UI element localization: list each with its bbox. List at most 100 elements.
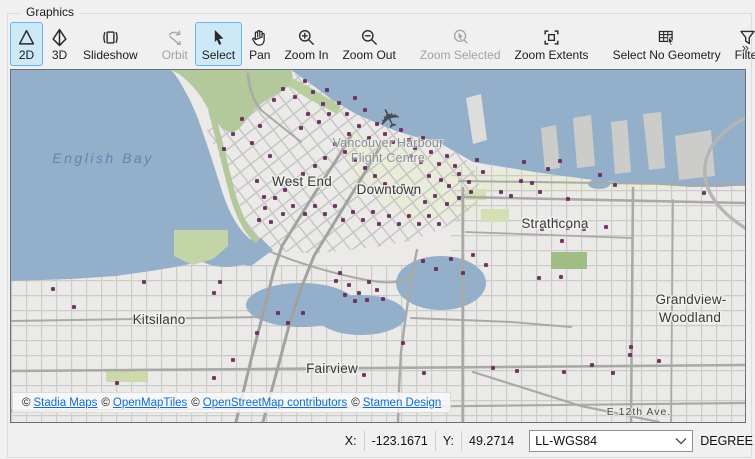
data-point[interactable] [230, 357, 236, 363]
data-point[interactable] [249, 140, 255, 146]
data-point[interactable] [302, 78, 308, 84]
data-point[interactable] [352, 298, 358, 304]
data-point[interactable] [342, 149, 348, 155]
data-point[interactable] [364, 297, 370, 303]
crs-combobox[interactable]: LL-WGS84 [529, 430, 694, 452]
data-point[interactable] [268, 219, 274, 225]
data-point[interactable] [432, 193, 438, 199]
attribution-link-openstreetmap-contributors[interactable]: OpenStreetMap contributors [203, 397, 347, 409]
data-point[interactable] [256, 217, 262, 223]
data-point[interactable] [356, 290, 362, 296]
data-point[interactable] [305, 111, 311, 117]
data-point[interactable] [275, 310, 281, 316]
data-point[interactable] [446, 183, 452, 189]
data-point[interactable] [376, 221, 382, 227]
data-point[interactable] [456, 195, 462, 201]
data-point[interactable] [336, 100, 342, 106]
data-point[interactable] [426, 173, 432, 179]
data-point[interactable] [559, 238, 565, 244]
data-point[interactable] [490, 365, 496, 371]
toolbar-button-3d[interactable]: 3D [43, 22, 76, 66]
data-point[interactable] [474, 157, 480, 163]
data-point[interactable] [312, 163, 318, 169]
data-point[interactable] [316, 119, 322, 125]
data-point[interactable] [603, 224, 609, 230]
data-point[interactable] [333, 278, 339, 284]
data-point[interactable] [322, 211, 328, 217]
data-point[interactable] [396, 221, 402, 227]
data-point[interactable] [337, 270, 343, 276]
data-point[interactable] [324, 87, 330, 93]
data-point[interactable] [537, 189, 543, 195]
data-point[interactable] [217, 279, 223, 285]
data-point[interactable] [498, 189, 504, 195]
data-point[interactable] [444, 153, 450, 159]
data-point[interactable] [50, 286, 56, 292]
toolbar-button-2d[interactable]: 2D [10, 22, 43, 66]
data-point[interactable] [312, 203, 318, 209]
data-point[interactable] [558, 274, 564, 280]
data-point[interactable] [444, 201, 450, 207]
toolbar-button-pan[interactable]: Pan [242, 22, 277, 66]
data-point[interactable] [460, 270, 466, 276]
data-point[interactable] [352, 95, 358, 101]
data-point[interactable] [362, 165, 368, 171]
data-point[interactable] [366, 279, 372, 285]
data-point[interactable] [529, 180, 535, 186]
data-point[interactable] [400, 340, 406, 346]
data-point[interactable] [370, 209, 376, 215]
data-point[interactable] [448, 256, 454, 262]
data-point[interactable] [211, 290, 217, 296]
data-point[interactable] [285, 320, 291, 326]
data-point[interactable] [518, 178, 524, 184]
data-point[interactable] [406, 213, 412, 219]
toolbar-button-select-no-geometry[interactable]: Select No Geometry [606, 22, 728, 66]
toolbar-button-zoom-out[interactable]: Zoom Out [335, 22, 402, 66]
data-point[interactable] [267, 153, 273, 159]
data-point[interactable] [254, 178, 260, 184]
toolbar-button-select[interactable]: Select [194, 22, 243, 66]
data-point[interactable] [398, 127, 404, 133]
toolbar-button-zoom-extents[interactable]: Zoom Extents [508, 22, 596, 66]
data-point[interactable] [565, 196, 571, 202]
data-point[interactable] [362, 107, 368, 113]
data-point[interactable] [257, 123, 263, 129]
data-point[interactable] [433, 266, 439, 272]
data-point[interactable] [470, 252, 476, 258]
data-point[interactable] [557, 158, 563, 164]
data-point[interactable] [480, 169, 486, 175]
attribution-link-stamen-design[interactable]: Stamen Design [363, 397, 442, 409]
data-point[interactable] [422, 199, 428, 205]
toolbar-button-slideshow[interactable]: Slideshow [76, 22, 145, 66]
data-point[interactable] [280, 211, 286, 217]
data-point[interactable] [656, 358, 662, 364]
data-point[interactable] [326, 111, 332, 117]
data-point[interactable] [438, 177, 444, 183]
data-point[interactable] [627, 352, 633, 358]
data-point[interactable] [342, 292, 348, 298]
data-point[interactable] [428, 149, 434, 155]
data-point[interactable] [436, 161, 442, 167]
data-point[interactable] [483, 262, 489, 268]
data-point[interactable] [350, 209, 356, 215]
data-point[interactable] [545, 166, 551, 172]
data-point[interactable] [221, 146, 227, 152]
data-point[interactable] [332, 203, 338, 209]
data-point[interactable] [302, 211, 308, 217]
data-point[interactable] [612, 182, 618, 188]
data-point[interactable] [280, 86, 286, 92]
data-point[interactable] [114, 380, 120, 386]
data-point[interactable] [421, 370, 427, 376]
data-point[interactable] [254, 330, 260, 336]
data-point[interactable] [374, 287, 380, 293]
data-point[interactable] [508, 193, 514, 199]
data-point[interactable] [386, 213, 392, 219]
data-point[interactable] [589, 362, 595, 368]
data-point[interactable] [597, 172, 603, 178]
data-point[interactable] [456, 171, 462, 177]
map-viewport[interactable]: ✈ English Bay West End Downtown Vancouver H… [10, 69, 746, 423]
data-point[interactable] [271, 97, 277, 103]
data-point[interactable] [344, 111, 350, 117]
data-point[interactable] [420, 258, 426, 264]
data-point[interactable] [300, 310, 306, 316]
